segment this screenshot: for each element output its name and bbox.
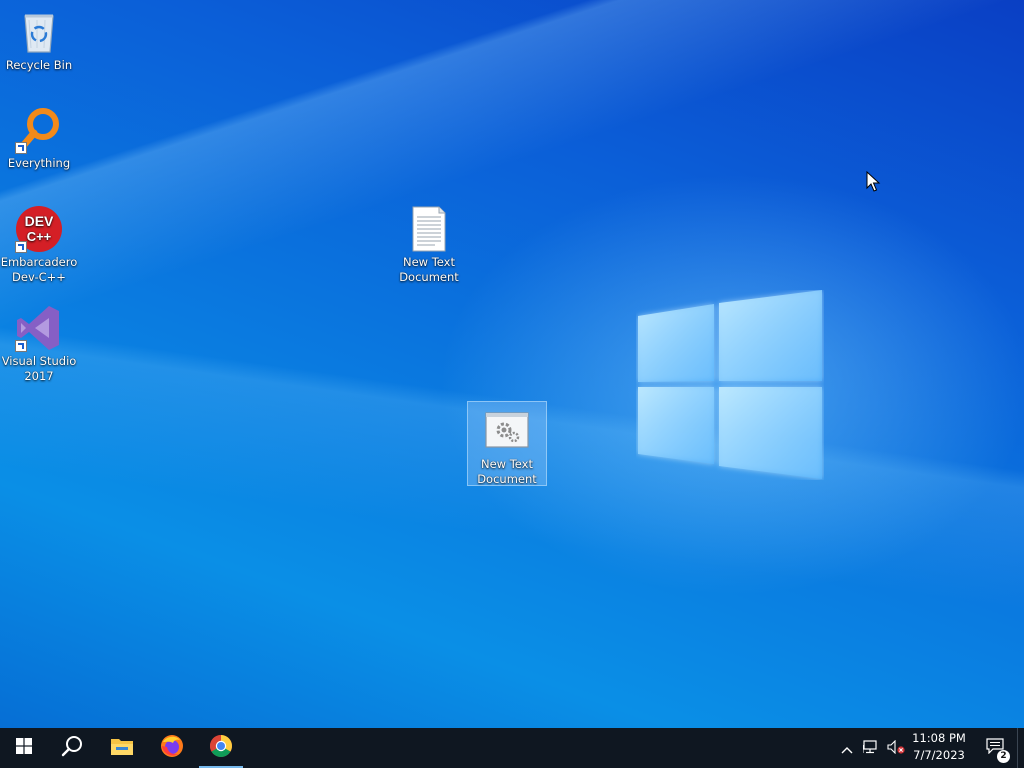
desktop-icon-everything[interactable]: Everything (0, 106, 78, 171)
clock-time: 11:08 PM (912, 731, 966, 745)
show-hidden-icons-button[interactable] (836, 728, 858, 768)
desktop-icon-devcpp[interactable]: DEV C++ Embarcadero Dev-C++ (0, 205, 78, 285)
desktop-icon-label: New Text Document (477, 457, 537, 486)
desktop-icon-label: Recycle Bin (5, 58, 73, 72)
mouse-cursor-icon (866, 170, 882, 193)
desktop-icon-label: New Text Document (399, 255, 459, 284)
shortcut-arrow-icon (15, 142, 27, 154)
network-icon (862, 739, 879, 758)
chevron-up-icon (841, 739, 853, 758)
taskbar: 11:08 PM 7/7/2023 2 (0, 728, 1024, 768)
devcpp-badge-line2: C++ (27, 229, 52, 244)
text-file-icon (405, 205, 453, 253)
desktop-icon-visual-studio[interactable]: Visual Studio 2017 (0, 304, 78, 384)
devcpp-icon: DEV C++ (15, 205, 63, 253)
notification-count-badge: 2 (997, 750, 1010, 763)
file-explorer-icon (110, 736, 134, 760)
taskbar-firefox[interactable] (148, 728, 196, 768)
chrome-icon (209, 734, 233, 762)
taskbar-file-explorer[interactable] (98, 728, 146, 768)
search-icon (61, 735, 83, 761)
volume-muted-icon (887, 739, 905, 758)
application-settings-icon (483, 407, 531, 455)
shortcut-arrow-icon (15, 340, 27, 352)
action-center-button[interactable]: 2 (980, 728, 1010, 768)
taskbar-chrome[interactable] (197, 728, 245, 768)
volume-tray-button[interactable] (884, 728, 908, 768)
search-button[interactable] (48, 728, 96, 768)
desktop-icon-recycle-bin[interactable]: Recycle Bin (0, 8, 78, 73)
devcpp-badge-line1: DEV (25, 213, 54, 229)
shortcut-arrow-icon (15, 241, 27, 253)
desktop-icon-label: Visual Studio 2017 (1, 354, 77, 383)
taskbar-clock[interactable]: 11:08 PM 7/7/2023 (908, 730, 970, 766)
windows-start-icon (16, 738, 32, 758)
recycle-bin-icon (15, 8, 63, 56)
notification-icon: 2 (986, 738, 1010, 763)
desktop[interactable]: Recycle Bin Everything DEV C++ Embarcade… (0, 0, 1024, 728)
visual-studio-icon (15, 304, 63, 352)
everything-search-icon (15, 106, 63, 154)
firefox-icon (160, 734, 184, 762)
desktop-icon-new-text-document[interactable]: New Text Document (390, 205, 468, 285)
desktop-icon-label: Everything (7, 156, 71, 170)
clock-date: 7/7/2023 (913, 748, 965, 762)
show-desktop-button[interactable] (1017, 728, 1024, 768)
desktop-icon-new-text-document-selected[interactable]: New Text Document (467, 401, 547, 486)
desktop-icon-label: Embarcadero Dev-C++ (0, 255, 78, 284)
network-tray-button[interactable] (860, 728, 882, 768)
windows-wallpaper-logo (636, 290, 824, 480)
start-button[interactable] (0, 728, 48, 768)
